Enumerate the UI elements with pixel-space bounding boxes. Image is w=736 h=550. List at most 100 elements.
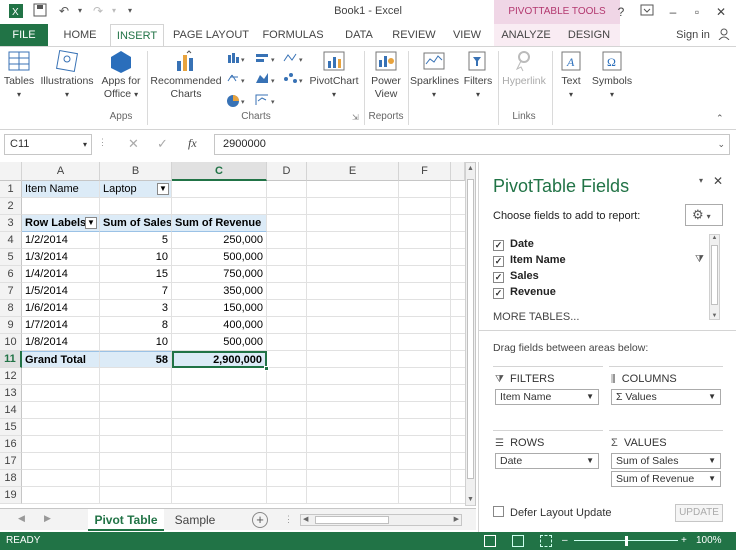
row-labels-dropdown-icon[interactable]: ▼ xyxy=(85,217,97,229)
insert-function-icon[interactable]: fx xyxy=(188,136,197,151)
cell-c3[interactable]: Sum of Revenue xyxy=(172,215,267,232)
active-cell-c11[interactable]: 2,900,000 xyxy=(172,351,267,368)
filter-applied-icon[interactable]: ▼ xyxy=(157,183,169,195)
checkbox-checked-icon[interactable]: ✓ xyxy=(493,256,504,267)
checkbox-checked-icon[interactable]: ✓ xyxy=(493,240,504,251)
tab-page-layout[interactable]: PAGE LAYOUT xyxy=(170,24,252,46)
row-header[interactable]: 18 xyxy=(0,470,22,487)
formula-bar-splitter-icon[interactable]: ⋮ xyxy=(98,137,107,148)
values-sum-of-sales-chip[interactable]: Sum of Sales ▼ xyxy=(611,453,721,469)
sheet-tab-pivot-table[interactable]: Pivot Table xyxy=(88,509,164,531)
row-label-cell[interactable]: 1/7/2014 xyxy=(22,317,100,334)
row-header[interactable]: 14 xyxy=(0,402,22,419)
fill-handle[interactable] xyxy=(264,366,269,371)
column-header-f[interactable]: F xyxy=(399,162,451,181)
recommended-charts-button[interactable]: Recommended Charts xyxy=(150,49,222,101)
cell-a3[interactable]: Row Labels ▼ xyxy=(22,215,100,232)
row-label-cell[interactable]: 1/3/2014 xyxy=(22,249,100,266)
revenue-cell[interactable]: 250,000 xyxy=(172,232,267,249)
values-area[interactable]: Σ VALUES Sum of Sales ▼ Sum of Revenue ▼ xyxy=(609,430,723,492)
row-header[interactable]: 12 xyxy=(0,368,22,385)
sales-cell[interactable]: 7 xyxy=(100,283,172,300)
pivotchart-button[interactable]: PivotChart ▾ xyxy=(306,49,362,101)
sales-cell[interactable]: 10 xyxy=(100,249,172,266)
tables-button[interactable]: Tables ▾ xyxy=(2,49,36,101)
symbols-button[interactable]: Ω Symbols ▾ xyxy=(590,49,634,101)
sparklines-button[interactable]: Sparklines ▾ xyxy=(410,49,459,101)
ribbon-display-icon[interactable] xyxy=(638,3,656,21)
rows-area[interactable]: ☰ ROWS Date ▼ xyxy=(493,430,603,492)
revenue-cell[interactable]: 500,000 xyxy=(172,249,267,266)
column-header-b[interactable]: B xyxy=(100,162,172,181)
zoom-slider-thumb[interactable] xyxy=(625,536,628,546)
checkbox-checked-icon[interactable]: ✓ xyxy=(493,288,504,299)
row-header[interactable]: 1 xyxy=(0,181,22,198)
column-header-c[interactable]: C xyxy=(172,162,267,181)
row-header[interactable]: 4 xyxy=(0,232,22,249)
field-sales[interactable]: ✓ Sales xyxy=(493,270,539,283)
page-break-preview-icon[interactable] xyxy=(540,535,552,547)
row-label-cell[interactable]: 1/6/2014 xyxy=(22,300,100,317)
field-revenue[interactable]: ✓ Revenue xyxy=(493,286,556,299)
select-all-corner[interactable] xyxy=(0,162,22,181)
column-header-a[interactable]: A xyxy=(22,162,100,181)
charts-dialog-launcher-icon[interactable]: ⇲ xyxy=(352,113,359,122)
restore-icon[interactable]: ▫ xyxy=(688,3,706,21)
hyperlink-button[interactable]: Hyperlink xyxy=(500,49,548,88)
tab-formulas[interactable]: FORMULAS xyxy=(258,24,328,46)
field-date[interactable]: ✓ Date xyxy=(493,238,534,251)
sales-cell[interactable]: 8 xyxy=(100,317,172,334)
row-label-cell[interactable]: 1/4/2014 xyxy=(22,266,100,283)
defer-layout-update-checkbox[interactable]: Defer Layout Update xyxy=(493,506,612,519)
cell-b1[interactable]: Laptop ▼ xyxy=(100,181,172,198)
illustrations-button[interactable]: Illustrations ▾ xyxy=(38,49,96,101)
row-header[interactable]: 5 xyxy=(0,249,22,266)
close-icon[interactable]: ✕ xyxy=(712,3,730,21)
power-view-button[interactable]: Power View xyxy=(366,49,406,101)
cancel-formula-icon[interactable]: ✕ xyxy=(128,136,139,152)
row-header[interactable]: 19 xyxy=(0,487,22,504)
rows-date-chip[interactable]: Date ▼ xyxy=(495,453,599,469)
filters-button[interactable]: Filters ▾ xyxy=(460,49,496,101)
minimize-icon[interactable]: – xyxy=(664,3,682,21)
scroll-right-icon[interactable]: ▶ xyxy=(454,515,459,523)
grand-total-sales[interactable]: 58 xyxy=(100,351,172,368)
grand-total-label[interactable]: Grand Total xyxy=(22,351,100,368)
scroll-up-icon[interactable]: ▲ xyxy=(466,165,475,172)
revenue-cell[interactable]: 750,000 xyxy=(172,266,267,283)
row-label-cell[interactable]: 1/5/2014 xyxy=(22,283,100,300)
checkbox-unchecked-icon[interactable] xyxy=(493,506,504,517)
pane-options-dropdown-icon[interactable]: ▾ xyxy=(699,176,703,185)
field-item-name[interactable]: ✓ Item Name xyxy=(493,254,566,267)
revenue-cell[interactable]: 500,000 xyxy=(172,334,267,351)
tab-view[interactable]: VIEW xyxy=(446,24,488,46)
row-header[interactable]: 17 xyxy=(0,453,22,470)
vertical-scroll-thumb[interactable] xyxy=(467,179,474,479)
normal-view-icon[interactable] xyxy=(484,535,496,547)
row-header[interactable]: 9 xyxy=(0,317,22,334)
row-header[interactable]: 11 xyxy=(0,351,22,368)
checkbox-checked-icon[interactable]: ✓ xyxy=(493,272,504,283)
scroll-down-icon[interactable]: ▼ xyxy=(710,313,719,319)
tab-data[interactable]: DATA xyxy=(336,24,382,46)
row-label-cell[interactable]: 1/8/2014 xyxy=(22,334,100,351)
enter-formula-icon[interactable]: ✓ xyxy=(157,136,168,152)
filters-item-name-chip[interactable]: Item Name ▼ xyxy=(495,389,599,405)
row-header[interactable]: 10 xyxy=(0,334,22,351)
row-header[interactable]: 3 xyxy=(0,215,22,232)
signin-link[interactable]: Sign in xyxy=(670,24,716,46)
tab-review[interactable]: REVIEW xyxy=(388,24,440,46)
row-header[interactable]: 15 xyxy=(0,419,22,436)
sales-cell[interactable]: 5 xyxy=(100,232,172,249)
zoom-out-icon[interactable]: – xyxy=(562,532,568,550)
columns-area[interactable]: ⫼ COLUMNS Σ Values ▼ xyxy=(609,366,723,426)
tab-design[interactable]: DESIGN xyxy=(558,24,620,46)
tab-insert[interactable]: INSERT xyxy=(110,24,164,47)
close-pane-icon[interactable]: ✕ xyxy=(713,174,723,188)
name-box[interactable]: C11 ▾ xyxy=(4,134,92,155)
update-button[interactable]: UPDATE xyxy=(675,504,723,522)
row-header[interactable]: 16 xyxy=(0,436,22,453)
field-list-scroll-thumb[interactable] xyxy=(711,245,718,305)
sheet-tab-sample[interactable]: Sample xyxy=(166,509,224,531)
zoom-in-icon[interactable]: + xyxy=(681,532,687,550)
